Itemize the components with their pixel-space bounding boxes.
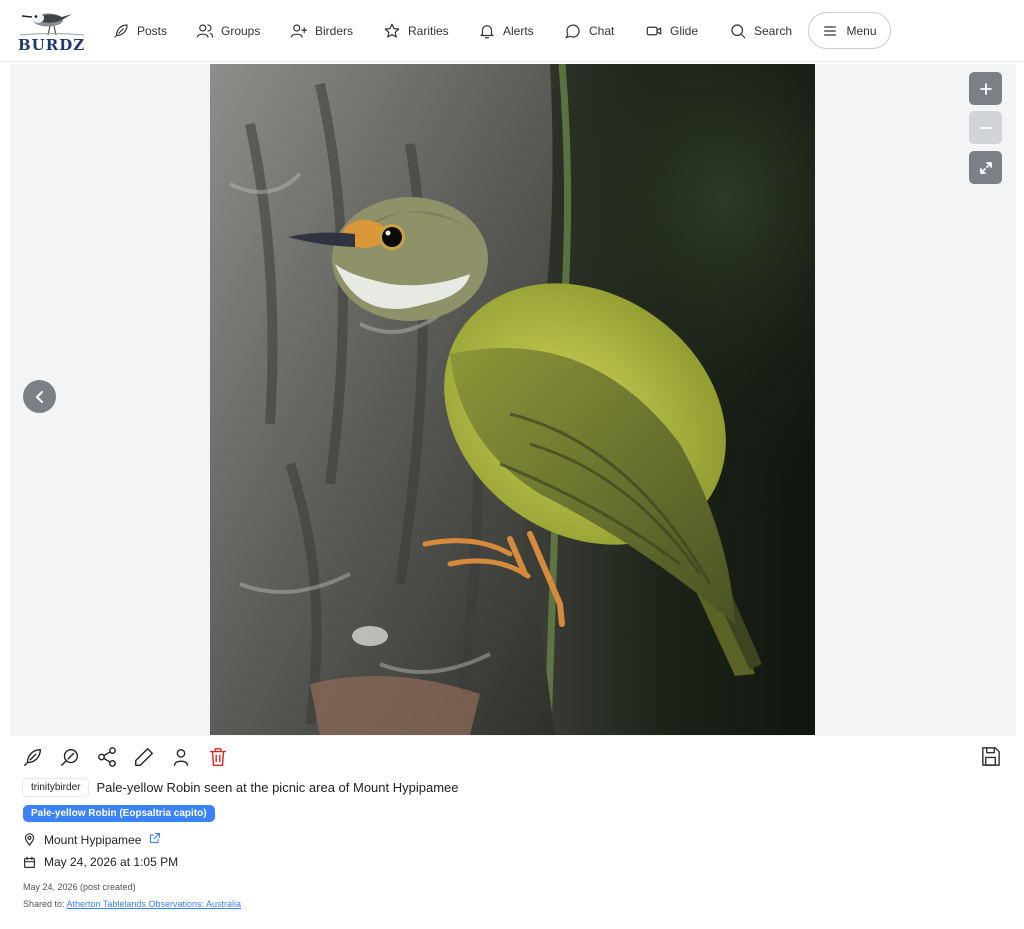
zoom-in-button[interactable]	[969, 72, 1002, 105]
top-navigation: BURDZ Posts Groups Birders Rarities Aler…	[0, 0, 1024, 62]
similar-posts-button[interactable]	[59, 746, 81, 768]
pencil-icon	[135, 748, 153, 766]
delete-button[interactable]	[207, 746, 229, 768]
post-created-date: May 24, 2026 (post created)	[23, 882, 136, 892]
feather-search-icon	[61, 748, 79, 766]
share-icon	[98, 747, 116, 767]
shared-group-link[interactable]: Atherton Tablelands Observations: Austra…	[67, 899, 241, 909]
post-caption-row: trinitybirder Pale-yellow Robin seen at …	[23, 779, 459, 796]
hamburger-icon	[824, 25, 837, 36]
nav-search[interactable]: Search	[729, 19, 792, 43]
nav-chat-label: Chat	[589, 24, 615, 38]
chevron-left-icon	[35, 390, 43, 403]
previous-photo-button[interactable]	[23, 380, 56, 413]
feather-icon	[24, 748, 42, 766]
nav-alerts-label: Alerts	[503, 24, 534, 38]
post-caption: Pale-yellow Robin seen at the picnic are…	[96, 780, 459, 795]
nav-rarities-label: Rarities	[408, 24, 449, 38]
search-icon	[731, 24, 746, 39]
observed-date: May 24, 2026 at 1:05 PM	[44, 855, 179, 869]
nav-alerts[interactable]: Alerts	[478, 19, 534, 43]
map-pin-icon	[24, 833, 35, 846]
zoom-out-button[interactable]	[969, 111, 1002, 144]
location-external-link[interactable]	[149, 832, 161, 847]
brand-name[interactable]: BURDZ	[18, 36, 85, 54]
feather-icon	[114, 24, 128, 38]
save-button[interactable]	[979, 745, 1002, 768]
nav-chat[interactable]: Chat	[564, 19, 614, 43]
username-chip[interactable]: trinitybirder	[23, 779, 89, 796]
nav-posts-label: Posts	[137, 24, 168, 38]
photo-viewer	[10, 64, 1016, 736]
view-posts-button[interactable]	[22, 746, 44, 768]
users-icon	[196, 24, 214, 38]
plus-icon	[979, 82, 992, 95]
nav-posts[interactable]: Posts	[112, 19, 167, 43]
shared-to-label: Shared to:	[23, 899, 65, 909]
floppy-disk-icon	[982, 747, 1000, 766]
expand-icon	[979, 161, 992, 174]
chat-bubble-icon	[565, 24, 580, 39]
nav-glide[interactable]: Glide	[645, 19, 698, 43]
nav-groups-label: Groups	[221, 24, 261, 38]
star-icon	[384, 23, 400, 38]
calendar-icon	[24, 856, 35, 868]
shared-to-row: Shared to: Atherton Tablelands Observati…	[23, 899, 241, 909]
nav-birders[interactable]: Birders	[290, 19, 353, 43]
edit-button[interactable]	[133, 746, 155, 768]
minus-icon	[979, 126, 992, 129]
video-camera-icon	[646, 26, 662, 36]
location-row: Mount Hypipamee	[23, 832, 161, 847]
menu-button[interactable]: Menu	[808, 12, 891, 49]
nav-birders-label: Birders	[315, 24, 354, 38]
post-actions-toolbar	[22, 744, 229, 770]
nav-rarities[interactable]: Rarities	[383, 19, 449, 43]
bird-photo[interactable]	[210, 64, 815, 735]
menu-label: Menu	[846, 23, 877, 38]
trash-icon	[209, 748, 227, 766]
external-link-icon	[150, 832, 161, 844]
bell-icon	[480, 25, 494, 39]
share-button[interactable]	[96, 746, 118, 768]
bird-photo-image	[210, 64, 815, 735]
user-profile-button[interactable]	[170, 746, 192, 768]
observed-date-row: May 24, 2026 at 1:05 PM	[23, 855, 178, 869]
nav-search-label: Search	[754, 24, 793, 38]
nav-glide-label: Glide	[670, 24, 699, 38]
user-icon	[173, 748, 189, 766]
nav-groups[interactable]: Groups	[196, 19, 260, 43]
bird-logo-icon	[19, 13, 85, 36]
species-tag[interactable]: Pale-yellow Robin (Eopsaltria capito)	[23, 805, 215, 822]
fullscreen-button[interactable]	[969, 151, 1002, 184]
location-name: Mount Hypipamee	[44, 832, 142, 847]
user-plus-icon	[290, 24, 308, 38]
